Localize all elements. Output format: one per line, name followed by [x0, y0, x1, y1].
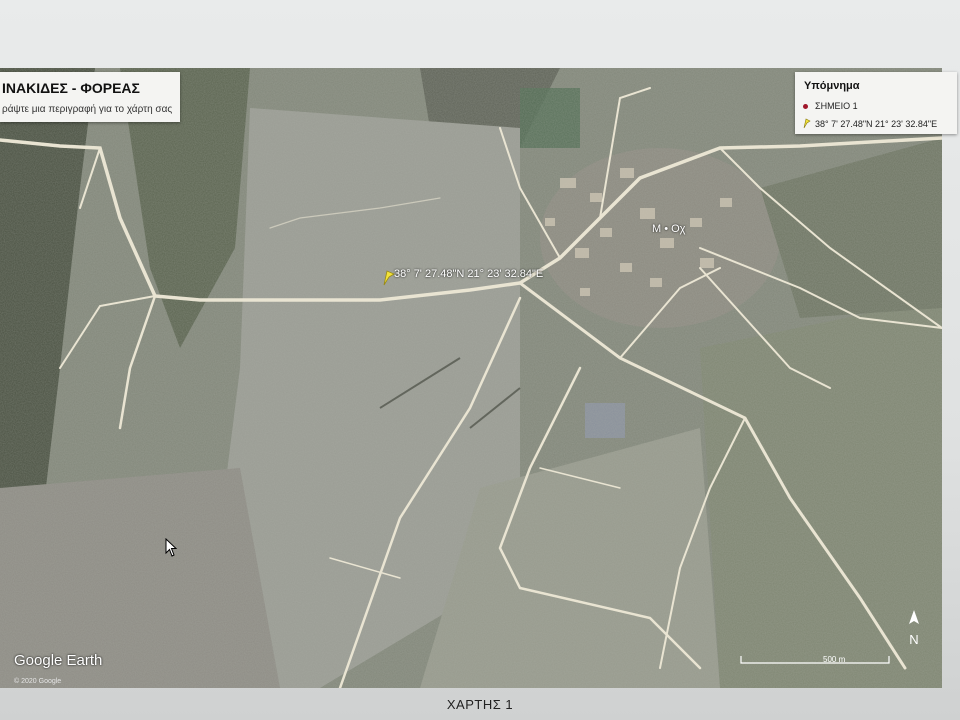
legend-title: Υπόμνημα	[804, 80, 860, 92]
map-title-panel: ΙΝΑΚΙΔΕΣ - ΦΟΡΕΑΣ ράψτε μια περιγραφή γι…	[0, 72, 180, 122]
map-caption: ΧΑΡΤΗΣ 1	[446, 697, 514, 712]
google-earth-logo: Google Earth	[14, 652, 103, 669]
legend-item-label: 38° 7' 27.48"N 21° 23' 32.84"E	[815, 118, 938, 129]
mouse-cursor-icon	[165, 538, 178, 557]
legend-item-label: ΣΗΜΕΙΟ 1	[815, 101, 858, 111]
compass-label: N	[909, 632, 918, 647]
scale-label: 500 m	[823, 655, 846, 664]
coordinates-label: 38° 7' 27.48"N 21° 23' 32.84"E	[394, 268, 544, 280]
map-title: ΙΝΑΚΙΔΕΣ - ΦΟΡΕΑΣ	[2, 80, 140, 96]
legend-panel: Υπόμνημα ΣΗΜΕΙΟ 1 38° 7' 27.48"N 21° 23'…	[795, 72, 957, 134]
copyright-text: © 2020 Google	[14, 678, 62, 685]
red-dot-icon	[803, 103, 808, 109]
satellite-map[interactable]	[0, 68, 942, 688]
map-description: ράψτε μια περιγραφή για το χάρτη σας	[2, 104, 173, 115]
village-label: Μ • Οχ	[652, 223, 686, 235]
yellow-pin-icon	[803, 118, 811, 129]
satellite-imagery	[0, 68, 942, 688]
scale-bar	[740, 656, 890, 664]
legend-item-point: ΣΗΜΕΙΟ 1	[803, 101, 858, 111]
compass-icon[interactable]: N	[902, 608, 926, 648]
legend-item-coordinates: 38° 7' 27.48"N 21° 23' 32.84"E	[803, 118, 937, 129]
